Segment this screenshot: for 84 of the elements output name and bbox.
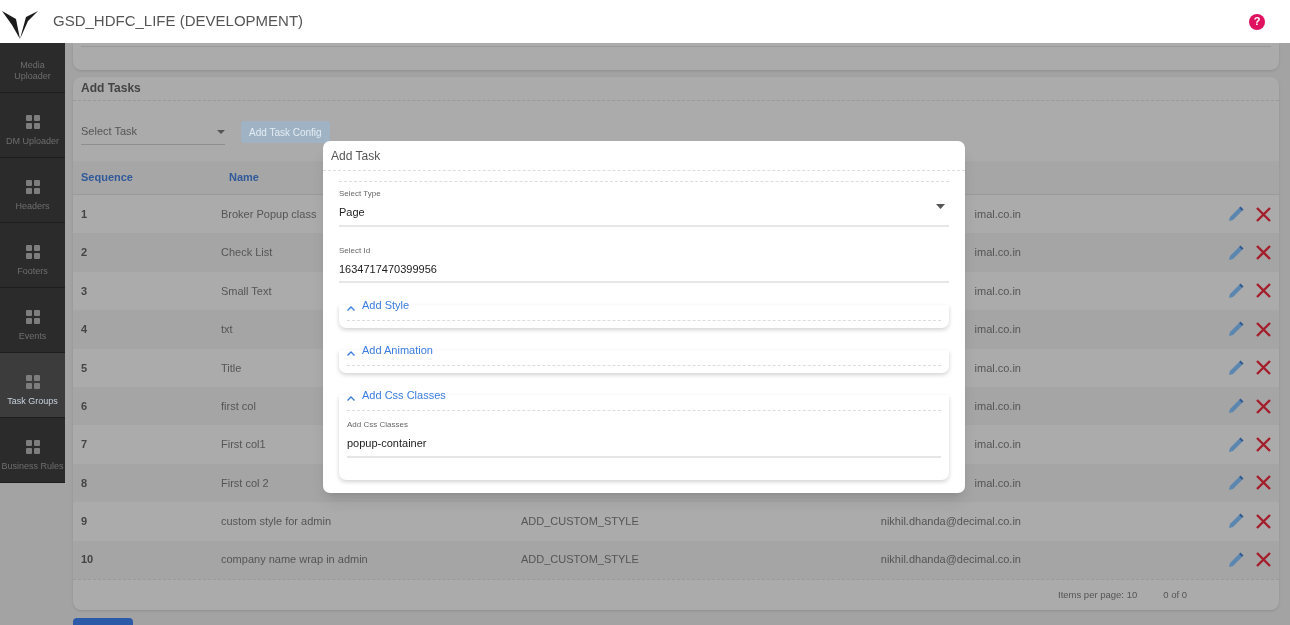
edit-icon[interactable]	[1228, 436, 1244, 453]
grid-icon	[25, 440, 40, 454]
table-cell-text: 4	[81, 322, 88, 338]
edit-icon[interactable]	[1228, 551, 1244, 568]
table-cell-text: Broker Popup class	[221, 206, 317, 222]
sidebar-item[interactable]: Media Uploader	[0, 43, 65, 93]
grid-icon	[25, 310, 40, 324]
table-cell-text: imal.co.in	[974, 360, 1021, 376]
table-cell-text: ADD_CUSTOM_STYLE	[521, 552, 639, 568]
sidebar-item[interactable]: Business Rules	[0, 418, 65, 483]
css-classes-field[interactable]: Add Css Classes popup-container	[347, 419, 941, 458]
accordion-header[interactable]: Add Css Classes	[347, 387, 941, 411]
grid-icon	[25, 115, 40, 129]
table-cell-text: 10	[81, 552, 94, 568]
grid-icon	[25, 375, 40, 389]
table-cell-text: custom style for admin	[221, 514, 332, 530]
save-button[interactable]	[73, 617, 133, 625]
accordion-header[interactable]: Add Style	[347, 297, 941, 321]
edit-icon[interactable]	[1228, 359, 1244, 376]
table-cell-text: imal.co.in	[974, 206, 1021, 222]
table-cell-text: imal.co.in	[974, 398, 1021, 414]
table-cell-text: imal.co.in	[974, 322, 1021, 338]
table-cell-text: first col	[221, 398, 256, 414]
sidebar-item[interactable]: Footers	[0, 223, 65, 288]
help-icon[interactable]: ?	[1249, 13, 1265, 30]
chevron-up-icon	[347, 396, 355, 401]
app-title: GSD_HDFC_LIFE (DEVELOPMENT)	[53, 11, 304, 32]
table-cell-text: txt	[221, 322, 233, 338]
edit-icon[interactable]	[1228, 282, 1244, 299]
table-cell-text: imal.co.in	[974, 437, 1021, 453]
sidebar-item[interactable]: Headers	[0, 158, 65, 223]
edit-icon[interactable]	[1228, 321, 1244, 338]
table-cell-text: First col 2	[221, 475, 269, 491]
delete-icon[interactable]	[1256, 283, 1271, 299]
sidebar-item[interactable]: DM Uploader	[0, 93, 65, 158]
column-header[interactable]: Sequence	[73, 169, 221, 186]
delete-icon[interactable]	[1256, 475, 1271, 491]
edit-icon[interactable]	[1228, 244, 1244, 261]
page-range: 0 of 0	[1163, 587, 1187, 602]
task-select[interactable]: Select Task	[81, 119, 225, 145]
table-cell-text: 7	[81, 437, 88, 453]
table-cell-text: 9	[81, 514, 88, 530]
grid-icon	[25, 245, 40, 259]
chevron-up-icon	[347, 306, 355, 311]
items-per-page: Items per page: 10	[1058, 587, 1138, 602]
delete-icon[interactable]	[1256, 552, 1271, 568]
table-cell-text: imal.co.in	[974, 245, 1021, 261]
table-cell-text: First col1	[221, 437, 266, 453]
table-cell-text: imal.co.in	[974, 475, 1021, 491]
delete-icon[interactable]	[1256, 513, 1271, 529]
grid-icon	[25, 180, 40, 194]
edit-icon[interactable]	[1228, 513, 1244, 530]
delete-icon[interactable]	[1256, 398, 1271, 414]
table-cell-text: nikhil.dhanda@decimal.co.in	[880, 552, 1021, 568]
table-cell-text: nikhil.dhanda@decimal.co.in	[880, 514, 1021, 530]
table-cell-text: imal.co.in	[974, 283, 1021, 299]
delete-icon[interactable]	[1256, 206, 1271, 222]
table-cell-text: 3	[81, 283, 88, 299]
sidebar-item[interactable]: Task Groups	[0, 353, 65, 418]
table-cell-text: ADD_CUSTOM_STYLE	[521, 514, 639, 530]
chevron-up-icon	[347, 351, 355, 356]
table-cell-text: 6	[81, 398, 88, 414]
dialog-title: Add Task	[331, 147, 381, 165]
edit-icon[interactable]	[1228, 474, 1244, 491]
table-cell-text: Check List	[221, 245, 273, 261]
delete-icon[interactable]	[1256, 360, 1271, 376]
edit-icon[interactable]	[1228, 206, 1244, 223]
table-cell-text: 8	[81, 475, 88, 491]
card-title: Add Tasks	[81, 79, 141, 97]
delete-icon[interactable]	[1256, 437, 1271, 453]
type-select[interactable]: Select Type Page	[339, 188, 949, 227]
table-cell-text: 2	[81, 245, 88, 261]
dropdown-icon	[217, 129, 225, 134]
delete-icon[interactable]	[1256, 245, 1271, 261]
delete-icon[interactable]	[1256, 321, 1271, 337]
table-cell-text: 1	[81, 206, 88, 222]
accordion-header[interactable]: Add Animation	[347, 342, 941, 366]
edit-icon[interactable]	[1228, 398, 1244, 415]
dropdown-icon	[936, 203, 945, 209]
table-cell-text: 5	[81, 360, 88, 376]
table-cell-text: Title	[221, 360, 242, 376]
table-cell-text: Small Text	[221, 283, 272, 299]
table-cell-text: company name wrap in admin	[221, 552, 368, 568]
id-field[interactable]: Select Id 1634717470399956	[339, 244, 949, 283]
